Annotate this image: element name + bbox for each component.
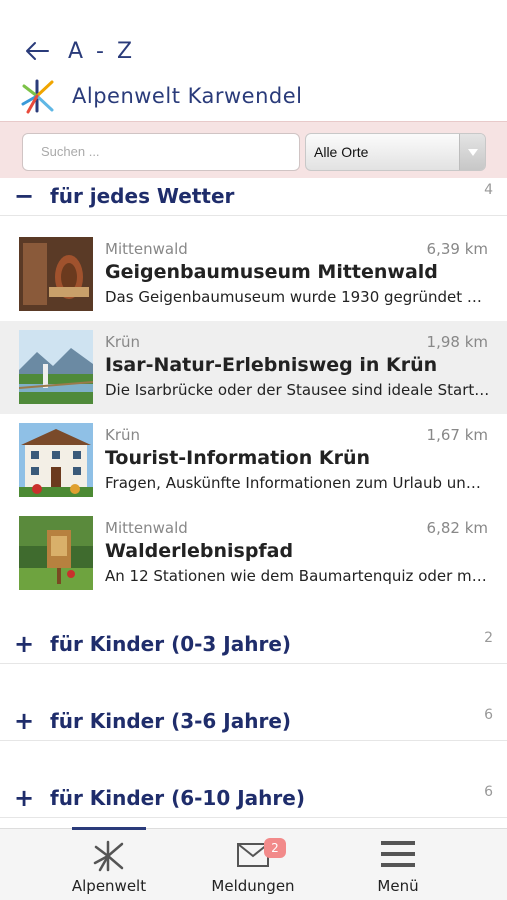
item-place: Krün [105,333,141,351]
tab-label: Alpenwelt [71,877,147,895]
section-count: 6 [484,784,493,800]
section-count: 4 [484,182,493,198]
tab-alpenwelt[interactable]: Alpenwelt [54,829,164,900]
tab-label: Menü [377,877,419,895]
list-item[interactable]: Krün 1,98 km Isar-Natur-Erlebnisweg in K… [0,321,507,414]
back-arrow-icon[interactable] [24,38,50,64]
notification-badge: 2 [264,838,286,858]
item-thumbnail [19,237,93,311]
expand-icon: + [14,784,35,812]
section-header-kinder-0-3[interactable]: + für Kinder (0-3 Jahre) 2 [0,626,507,664]
collapse-icon: − [14,182,35,210]
item-description: Fragen, Auskünfte Informationen zum Urla… [105,474,490,492]
list-item[interactable]: Mittenwald 6,82 km Walderlebnispfad An 1… [0,507,507,600]
item-description: An 12 Stationen wie dem Baumartenquiz od… [105,567,490,585]
location-select-value: Alle Orte [314,144,369,160]
location-select[interactable]: Alle Orte [305,133,486,171]
back-navigation[interactable]: A - Z [24,38,135,64]
tab-label: Meldungen [211,877,295,895]
page-title: A - Z [68,38,136,64]
item-place: Mittenwald [105,519,188,537]
item-thumbnail [19,516,93,590]
item-title: Tourist-Information Krün [105,447,371,469]
list-item[interactable]: Krün 1,67 km Tourist-Information Krün Fr… [0,414,507,507]
section-count: 6 [484,707,493,723]
brand-name: Alpenwelt Karwendel [72,84,303,108]
alpenwelt-logo-icon [21,79,54,114]
section-header-kinder-6-10[interactable]: + für Kinder (6-10 Jahre) 6 [0,780,507,818]
section-count: 2 [484,630,493,646]
select-dropdown-button[interactable] [459,134,485,170]
list-item[interactable]: Mittenwald 6,39 km Geigenbaumuseum Mitte… [0,228,507,321]
brand: Alpenwelt Karwendel [18,76,303,116]
item-distance: 1,98 km [426,333,488,351]
item-place: Krün [105,426,141,444]
chevron-down-icon [468,149,478,156]
search-bar: Suchen ... Alle Orte [0,121,507,181]
expand-icon: + [14,630,35,658]
app-header: A - Z Alpenwelt Karwendel [0,0,507,121]
expand-icon: + [14,707,35,735]
item-thumbnail [19,330,93,404]
item-distance: 1,67 km [426,426,488,444]
section-header-kinder-3-6[interactable]: + für Kinder (3-6 Jahre) 6 [0,703,507,741]
section-title: für Kinder (3-6 Jahre) [50,709,292,733]
item-thumbnail [19,423,93,497]
tab-menu[interactable]: Menü [343,829,453,900]
item-title: Isar-Natur-Erlebnisweg in Krün [105,354,438,376]
item-distance: 6,82 km [426,519,488,537]
hamburger-menu-icon [381,841,415,867]
item-place: Mittenwald [105,240,188,258]
item-title: Walderlebnispfad [105,540,294,562]
item-title: Geigenbaumuseum Mittenwald [105,261,438,283]
section-title: für jedes Wetter [50,184,235,208]
item-distance: 6,39 km [426,240,488,258]
search-input[interactable]: Suchen ... [22,133,300,171]
section-title: für Kinder (0-3 Jahre) [50,632,292,656]
section-header-jedes-wetter[interactable]: − für jedes Wetter 4 [0,178,507,216]
tab-meldungen[interactable]: 2 Meldungen [198,829,308,900]
item-description: Die Isarbrücke oder der Stausee sind ide… [105,381,490,399]
alpenwelt-logo-icon [93,840,124,872]
item-description: Das Geigenbaumuseum wurde 1930 gegründet… [105,288,490,306]
tab-bar: Alpenwelt 2 Meldungen Menü [0,827,507,900]
section-title: für Kinder (6-10 Jahre) [50,786,305,810]
